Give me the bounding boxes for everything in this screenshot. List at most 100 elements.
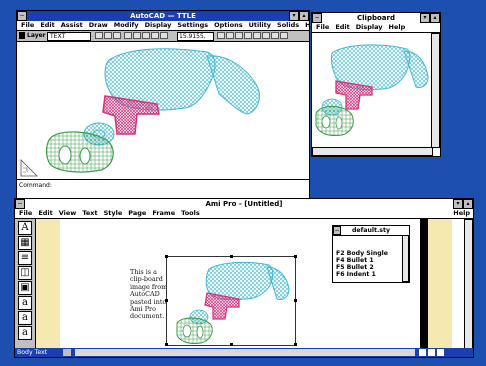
- selection-handle[interactable]: [165, 299, 168, 302]
- page-right-margin-bar: [420, 219, 428, 349]
- grid-icon[interactable]: ▦: [18, 236, 32, 250]
- status-horizontal-scrollbar[interactable]: [75, 349, 415, 356]
- amipro-menu-help[interactable]: Help: [453, 209, 473, 218]
- amipro-menu-page[interactable]: Page: [128, 209, 146, 218]
- style-item[interactable]: F5 Bullet 2: [336, 264, 388, 271]
- selection-handle[interactable]: [165, 343, 168, 346]
- toolbar-button-3[interactable]: [142, 32, 150, 39]
- clipboard-maximize-icon[interactable]: ▴: [430, 13, 440, 23]
- amipro-menu-style[interactable]: Style: [104, 209, 123, 218]
- amipro-menu-edit[interactable]: Edit: [38, 209, 52, 218]
- autocad-window: AutoCAD — TTLE − ▾ ▴ File Edit Assist Dr…: [16, 10, 322, 200]
- autocad-menu-solids[interactable]: Solids: [277, 21, 299, 30]
- toolbar-button-13[interactable]: [280, 32, 288, 39]
- clipboard-minimize-icon[interactable]: ▾: [420, 13, 430, 23]
- toolbar-button-11[interactable]: [262, 32, 270, 39]
- clipboard-vertical-scrollbar[interactable]: [431, 33, 440, 148]
- clipboard-menu-display[interactable]: Display: [356, 23, 383, 32]
- toolbar-button-5[interactable]: [160, 32, 168, 39]
- toolbar-button-12[interactable]: [271, 32, 279, 39]
- styles-box-header[interactable]: default.sty: [333, 226, 409, 236]
- autocad-menu-assist[interactable]: Assist: [61, 21, 83, 30]
- autocad-menubar: File Edit Assist Draw Modify Display Set…: [17, 21, 322, 31]
- toolbar-button-9[interactable]: [244, 32, 252, 39]
- toolbar-button-4[interactable]: [151, 32, 159, 39]
- italic-a-icon[interactable]: a: [18, 311, 32, 325]
- frame-icon[interactable]: ▣: [18, 281, 32, 295]
- pasted-image-frame[interactable]: [166, 256, 296, 346]
- toolbar-button-7[interactable]: [226, 32, 234, 39]
- clipboard-horizontal-scrollbar[interactable]: [312, 147, 433, 156]
- layer-color-swatch[interactable]: [19, 32, 25, 39]
- layer-field[interactable]: TEXT: [47, 32, 91, 41]
- chart-icon[interactable]: ◫: [18, 266, 32, 280]
- font-a-icon[interactable]: A: [18, 221, 32, 235]
- styles-box-menu-icon[interactable]: −: [333, 226, 341, 235]
- clipboard-window: Clipboard − ▾ ▴ File Edit Display Help: [311, 12, 441, 157]
- autocad-title: AutoCAD — TTLE: [130, 12, 196, 20]
- amipro-menu-file[interactable]: File: [19, 209, 32, 218]
- status-view-icon-3[interactable]: [437, 349, 444, 356]
- bold-a-icon[interactable]: a: [18, 326, 32, 340]
- selection-handle[interactable]: [165, 255, 168, 258]
- amipro-menu-view[interactable]: View: [59, 209, 77, 218]
- autocad-menu-options[interactable]: Options: [214, 21, 242, 30]
- selection-handle[interactable]: [294, 343, 297, 346]
- selection-handle[interactable]: [230, 255, 233, 258]
- style-item[interactable]: F2 Body Single: [336, 250, 388, 257]
- toolbar-button-8[interactable]: [235, 32, 243, 39]
- amipro-system-menu-icon[interactable]: −: [15, 199, 25, 209]
- styles-scrollbar[interactable]: [402, 235, 409, 282]
- cad-base-plate-model: [45, 131, 114, 173]
- amipro-vertical-scrollbar[interactable]: [464, 219, 473, 349]
- amipro-menu-frame[interactable]: Frame: [152, 209, 175, 218]
- toolbar-button-1[interactable]: [124, 32, 132, 39]
- toolbar-button-s[interactable]: [104, 32, 112, 39]
- clipboard-menu-edit[interactable]: Edit: [335, 23, 349, 32]
- amipro-maximize-icon[interactable]: ▴: [463, 199, 473, 209]
- style-a-icon[interactable]: a: [18, 296, 32, 310]
- autocad-command-area[interactable]: Command:: [17, 179, 309, 200]
- styles-list: F2 Body Single F4 Bullet 1 F5 Bullet 2 F…: [336, 250, 388, 278]
- status-view-icon-1[interactable]: [419, 349, 426, 356]
- autocad-menu-settings[interactable]: Settings: [177, 21, 208, 30]
- status-view-icon-2[interactable]: [428, 349, 435, 356]
- autocad-menu-draw[interactable]: Draw: [89, 21, 108, 30]
- amipro-menu-tools[interactable]: Tools: [181, 209, 200, 218]
- coords-value: 15.9155,: [179, 33, 206, 40]
- autocad-titlebar[interactable]: AutoCAD — TTLE: [17, 11, 309, 21]
- autocad-menu-edit[interactable]: Edit: [40, 21, 54, 30]
- autocad-menu-file[interactable]: File: [21, 21, 34, 30]
- autocad-menu-display[interactable]: Display: [145, 21, 172, 30]
- autocad-minimize-icon[interactable]: ▾: [289, 11, 299, 21]
- style-item[interactable]: F4 Bullet 1: [336, 257, 388, 264]
- style-item[interactable]: F6 Indent 1: [336, 271, 388, 278]
- clipboard-menu-help[interactable]: Help: [389, 23, 406, 32]
- clipboard-title: Clipboard: [357, 14, 395, 22]
- toolbar-button-6[interactable]: [217, 32, 225, 39]
- layer-label: Layer: [27, 32, 46, 39]
- toolbar-button-p[interactable]: [113, 32, 121, 39]
- status-style-name[interactable]: Body Text: [17, 348, 47, 357]
- selection-handle[interactable]: [294, 299, 297, 302]
- autocad-system-menu-icon[interactable]: −: [17, 11, 27, 21]
- amipro-icon-palette: A ▦ ≡ ◫ ▣ a a a: [15, 219, 36, 349]
- stack-icon[interactable]: ≡: [18, 251, 32, 265]
- toolbar-button-o[interactable]: [95, 32, 103, 39]
- toolbar-button-10[interactable]: [253, 32, 261, 39]
- amipro-minimize-icon[interactable]: ▾: [453, 199, 463, 209]
- clipboard-system-menu-icon[interactable]: −: [312, 13, 322, 23]
- autocad-maximize-icon[interactable]: ▴: [299, 11, 309, 21]
- status-page-button[interactable]: [63, 349, 71, 356]
- autocad-drawing-area[interactable]: [17, 42, 309, 179]
- toolbar-button-2[interactable]: [133, 32, 141, 39]
- clipboard-content: [312, 33, 432, 148]
- clipboard-menu-file[interactable]: File: [316, 23, 329, 32]
- autocad-menu-utility[interactable]: Utility: [249, 21, 271, 30]
- amipro-window: Ami Pro - [Untitled] − ▾ ▴ File Edit Vie…: [14, 198, 474, 358]
- amipro-menu-text[interactable]: Text: [82, 209, 97, 218]
- autocad-menu-modify[interactable]: Modify: [114, 21, 139, 30]
- selection-handle[interactable]: [230, 343, 233, 346]
- selection-handle[interactable]: [294, 255, 297, 258]
- amipro-document-area[interactable]: This is a clip-board image from AutoCAD …: [36, 219, 452, 349]
